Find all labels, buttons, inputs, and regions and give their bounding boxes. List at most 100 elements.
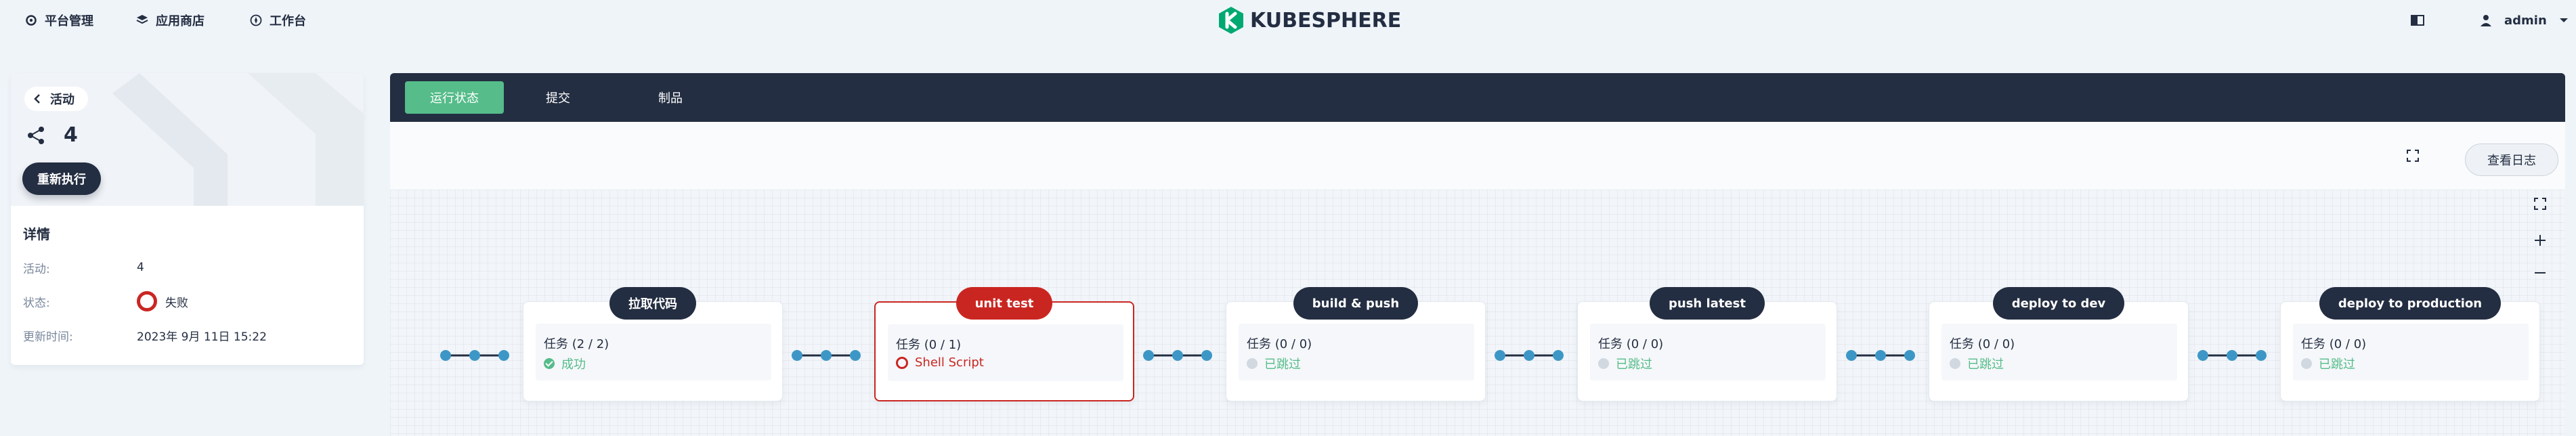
stage-connector bbox=[440, 350, 509, 361]
stage-name-pill[interactable]: 拉取代码 bbox=[609, 287, 696, 320]
connector-node bbox=[498, 350, 509, 361]
tab-artifacts[interactable]: 制品 bbox=[631, 81, 710, 114]
stage-status-label: 已跳过 bbox=[1967, 357, 2004, 372]
stage-name-pill[interactable]: unit test bbox=[956, 287, 1053, 320]
stage-task-box[interactable]: 任务 (0 / 0) 已跳过 bbox=[1941, 324, 2177, 380]
detail-key: 活动: bbox=[23, 262, 50, 276]
nav-platform-label: 平台管理 bbox=[45, 14, 93, 28]
gear-icon bbox=[26, 15, 37, 26]
stage-name-pill[interactable]: deploy to production bbox=[2319, 287, 2502, 320]
stage-status: 已跳过 bbox=[2301, 355, 2355, 372]
connector-node bbox=[1553, 350, 1564, 361]
pipeline-toolbar: 查看日志 bbox=[390, 135, 2565, 187]
detail-value: 失败 bbox=[137, 291, 188, 311]
stage-status-label: Shell Script bbox=[915, 355, 984, 370]
stage-connector bbox=[2197, 350, 2267, 361]
nav-platform-management[interactable]: 平台管理 bbox=[24, 9, 93, 31]
run-id: 4 bbox=[26, 123, 78, 147]
stage-name-pill[interactable]: deploy to dev bbox=[1992, 287, 2125, 320]
connector-node bbox=[469, 350, 480, 361]
connector-node bbox=[1524, 350, 1534, 361]
user-name: admin bbox=[2504, 13, 2547, 28]
connector-node bbox=[1495, 350, 1505, 361]
pipeline-icon bbox=[28, 126, 44, 144]
rerun-button[interactable]: 重新执行 bbox=[22, 162, 101, 195]
detail-value: 2023年 9月 11日 15:22 bbox=[137, 330, 267, 344]
fullscreen-icon[interactable] bbox=[2406, 149, 2420, 162]
connector-node bbox=[1846, 350, 1857, 361]
skipped-icon bbox=[1247, 358, 1258, 369]
zoom-in-icon[interactable] bbox=[2533, 233, 2548, 248]
stage-task-box[interactable]: 任务 (0 / 0) 已跳过 bbox=[1239, 324, 1474, 380]
tab-commits[interactable]: 提交 bbox=[519, 81, 597, 114]
stage-task-box[interactable]: 任务 (2 / 2) 成功 bbox=[536, 324, 771, 380]
stage-connector bbox=[1846, 350, 1915, 361]
expand-icon[interactable] bbox=[2533, 196, 2548, 211]
run-summary-header: 活动 4 重新执行 bbox=[11, 73, 364, 206]
run-tabs: 运行状态 提交 制品 bbox=[390, 73, 2565, 122]
stage-status: 成功 bbox=[544, 355, 586, 372]
kubesphere-logo[interactable]: KUBESPHERE bbox=[1218, 4, 1401, 37]
caret-down-icon bbox=[2559, 18, 2568, 22]
connector-node bbox=[850, 350, 861, 361]
connector-node bbox=[1143, 350, 1154, 361]
connector-node bbox=[1172, 350, 1183, 361]
stage-task-box[interactable]: 任务 (0 / 0) 已跳过 bbox=[1590, 324, 1826, 380]
back-label: 活动 bbox=[50, 93, 74, 107]
stage-status-label: 已跳过 bbox=[1264, 357, 1301, 372]
kubesphere-logo-icon bbox=[1219, 7, 1243, 34]
skipped-icon bbox=[1598, 358, 1609, 369]
stage-task-count: 任务 (0 / 0) bbox=[1950, 337, 2015, 351]
stage-connector bbox=[1143, 350, 1212, 361]
stage-task-box[interactable]: 任务 (0 / 0) 已跳过 bbox=[2293, 324, 2529, 380]
nav-workbench[interactable]: 工作台 bbox=[249, 9, 306, 31]
zoom-out-icon[interactable] bbox=[2533, 265, 2548, 280]
user-menu[interactable]: admin bbox=[2480, 9, 2569, 31]
compass-icon bbox=[250, 14, 262, 26]
status-text: 失败 bbox=[165, 296, 188, 310]
stage-name-pill[interactable]: push latest bbox=[1650, 287, 1765, 320]
top-navigation: 平台管理 应用商店 工作台 KUBESPHERE admin bbox=[0, 0, 2576, 41]
nav-workbench-label: 工作台 bbox=[270, 14, 306, 28]
failed-icon bbox=[896, 356, 908, 369]
connector-node bbox=[2197, 350, 2208, 361]
detail-row-activity: 活动: 4 bbox=[23, 257, 144, 278]
connector-node bbox=[1201, 350, 1212, 361]
connector-node bbox=[792, 350, 802, 361]
nav-app-store[interactable]: 应用商店 bbox=[135, 9, 205, 31]
connector-node bbox=[1904, 350, 1915, 361]
stage-status-label: 成功 bbox=[561, 357, 586, 372]
stage-task-box[interactable]: 任务 (0 / 1) Shell Script bbox=[888, 324, 1123, 381]
skipped-icon bbox=[1950, 358, 1960, 369]
details-title: 详情 bbox=[23, 226, 50, 242]
toolbox-icon[interactable] bbox=[2409, 12, 2426, 28]
decorative-background-icon bbox=[112, 73, 364, 206]
stage-status-label: 已跳过 bbox=[1616, 357, 1652, 372]
stage-status: Shell Script bbox=[896, 355, 984, 370]
detail-value: 4 bbox=[137, 261, 144, 274]
success-icon bbox=[544, 358, 555, 369]
stage-task-count: 任务 (0 / 0) bbox=[1247, 337, 1312, 351]
stage-connector bbox=[1495, 350, 1564, 361]
connector-node bbox=[2256, 350, 2267, 361]
stage-status: 已跳过 bbox=[1950, 355, 2004, 372]
stage-status: 已跳过 bbox=[1598, 355, 1652, 372]
detail-key: 更新时间: bbox=[23, 330, 73, 344]
stage-name-pill[interactable]: build & push bbox=[1293, 287, 1419, 320]
detail-row-status: 状态: 失败 bbox=[23, 291, 188, 311]
connector-node bbox=[821, 350, 832, 361]
app-store-icon bbox=[136, 15, 148, 24]
connector-node bbox=[1875, 350, 1886, 361]
stage-status-label: 已跳过 bbox=[2319, 357, 2355, 372]
detail-key: 状态: bbox=[23, 296, 50, 310]
logo-text: KUBESPHERE bbox=[1250, 8, 1402, 32]
user-icon bbox=[2481, 15, 2491, 26]
nav-app-store-label: 应用商店 bbox=[156, 14, 205, 28]
tab-run-status[interactable]: 运行状态 bbox=[405, 81, 504, 114]
back-to-activity-button[interactable]: 活动 bbox=[24, 87, 88, 111]
view-logs-button[interactable]: 查看日志 bbox=[2465, 144, 2558, 176]
connector-node bbox=[2227, 350, 2237, 361]
stage-status: 已跳过 bbox=[1247, 355, 1301, 372]
chevron-left-icon bbox=[34, 94, 40, 104]
failed-status-icon bbox=[137, 291, 157, 311]
